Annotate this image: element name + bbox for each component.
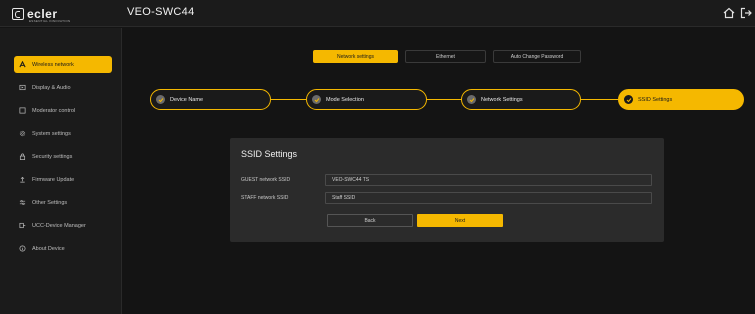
lock-icon — [19, 153, 26, 160]
step-label: Network Settings — [481, 96, 523, 103]
sidebar-item-system-settings[interactable]: System settings — [14, 125, 112, 142]
info-icon — [19, 245, 26, 252]
check-icon — [312, 95, 321, 104]
sidebar-item-firmware-update[interactable]: Firmware Update — [14, 171, 112, 188]
sidebar-item-label: Firmware Update — [32, 176, 75, 183]
check-icon — [156, 95, 165, 104]
sidebar-item-about-device[interactable]: About Device — [14, 240, 112, 257]
tab-auto-change-password[interactable]: Auto Change Password — [493, 50, 581, 63]
display-icon — [19, 84, 26, 91]
sidebar-item-security-settings[interactable]: Security settings — [14, 148, 112, 165]
step-mode-selection[interactable]: Mode Selection — [306, 89, 427, 110]
guest-ssid-label: GUEST network SSID — [241, 177, 291, 183]
sidebar-item-moderator-control[interactable]: Moderator control — [14, 102, 112, 119]
staff-ssid-label: STAFF network SSID — [241, 195, 289, 201]
step-device-name[interactable]: Device Name — [150, 89, 271, 110]
sidebar: Wireless network Display & Audio Moderat… — [0, 28, 122, 314]
gear-icon — [19, 130, 26, 137]
step-label: Mode Selection — [326, 96, 364, 103]
top-header: ecler ESSENTIAL INNOVATION VEO-SWC44 — [0, 0, 755, 27]
settings-tabs: Network settings Ethernet Auto Change Pa… — [313, 50, 581, 63]
ssid-settings-panel: SSID Settings GUEST network SSID VEO-SWC… — [230, 138, 664, 242]
sidebar-item-label: Security settings — [32, 153, 73, 160]
sidebar-item-ucc-device-manager[interactable]: UCC-Device Manager — [14, 217, 112, 234]
wizard-steps: Device Name Mode Selection Network Setti… — [150, 89, 745, 111]
step-connector — [270, 99, 306, 100]
moderator-icon — [19, 107, 26, 114]
app-window: ecler ESSENTIAL INNOVATION VEO-SWC44 Wir… — [0, 0, 755, 314]
sidebar-item-label: About Device — [32, 245, 65, 252]
next-button[interactable]: Next — [417, 214, 503, 227]
logout-icon[interactable] — [739, 6, 753, 20]
staff-ssid-input[interactable]: Staff SSID — [325, 192, 652, 204]
back-button[interactable]: Back — [327, 214, 413, 227]
sidebar-item-label: Display & Audio — [32, 84, 71, 91]
step-connector — [426, 99, 462, 100]
upload-icon — [20, 176, 25, 183]
wireless-network-icon — [19, 61, 26, 68]
sidebar-item-wireless-network[interactable]: Wireless network — [14, 56, 112, 73]
sidebar-item-label: System settings — [32, 130, 71, 137]
sidebar-item-label: Wireless network — [32, 61, 74, 68]
sliders-icon — [19, 200, 26, 205]
tab-network-settings[interactable]: Network settings — [313, 50, 398, 63]
step-label: SSID Settings — [638, 96, 673, 103]
sidebar-item-display-audio[interactable]: Display & Audio — [14, 79, 112, 96]
device-title: VEO-SWC44 — [127, 6, 195, 18]
tab-ethernet[interactable]: Ethernet — [405, 50, 486, 63]
sidebar-item-label: Other Settings — [32, 199, 68, 206]
panel-title: SSID Settings — [241, 149, 298, 159]
step-network-settings[interactable]: Network Settings — [461, 89, 581, 110]
device-manager-icon — [19, 222, 26, 229]
ecler-logo-mark — [12, 8, 24, 20]
step-label: Device Name — [170, 96, 204, 103]
step-connector — [580, 99, 618, 100]
ecler-logo: ecler ESSENTIAL INNOVATION — [12, 7, 70, 23]
sidebar-item-label: UCC-Device Manager — [32, 222, 86, 229]
check-icon — [624, 95, 633, 104]
check-icon — [467, 95, 476, 104]
guest-ssid-input[interactable]: VEO-SWC44 TS — [325, 174, 652, 186]
step-ssid-settings[interactable]: SSID Settings — [618, 89, 744, 110]
sidebar-item-other-settings[interactable]: Other Settings — [14, 194, 112, 211]
home-icon[interactable] — [722, 6, 736, 20]
logo-subtitle: ESSENTIAL INNOVATION — [29, 19, 71, 23]
sidebar-item-label: Moderator control — [32, 107, 76, 114]
main-content: Network settings Ethernet Auto Change Pa… — [123, 28, 755, 314]
